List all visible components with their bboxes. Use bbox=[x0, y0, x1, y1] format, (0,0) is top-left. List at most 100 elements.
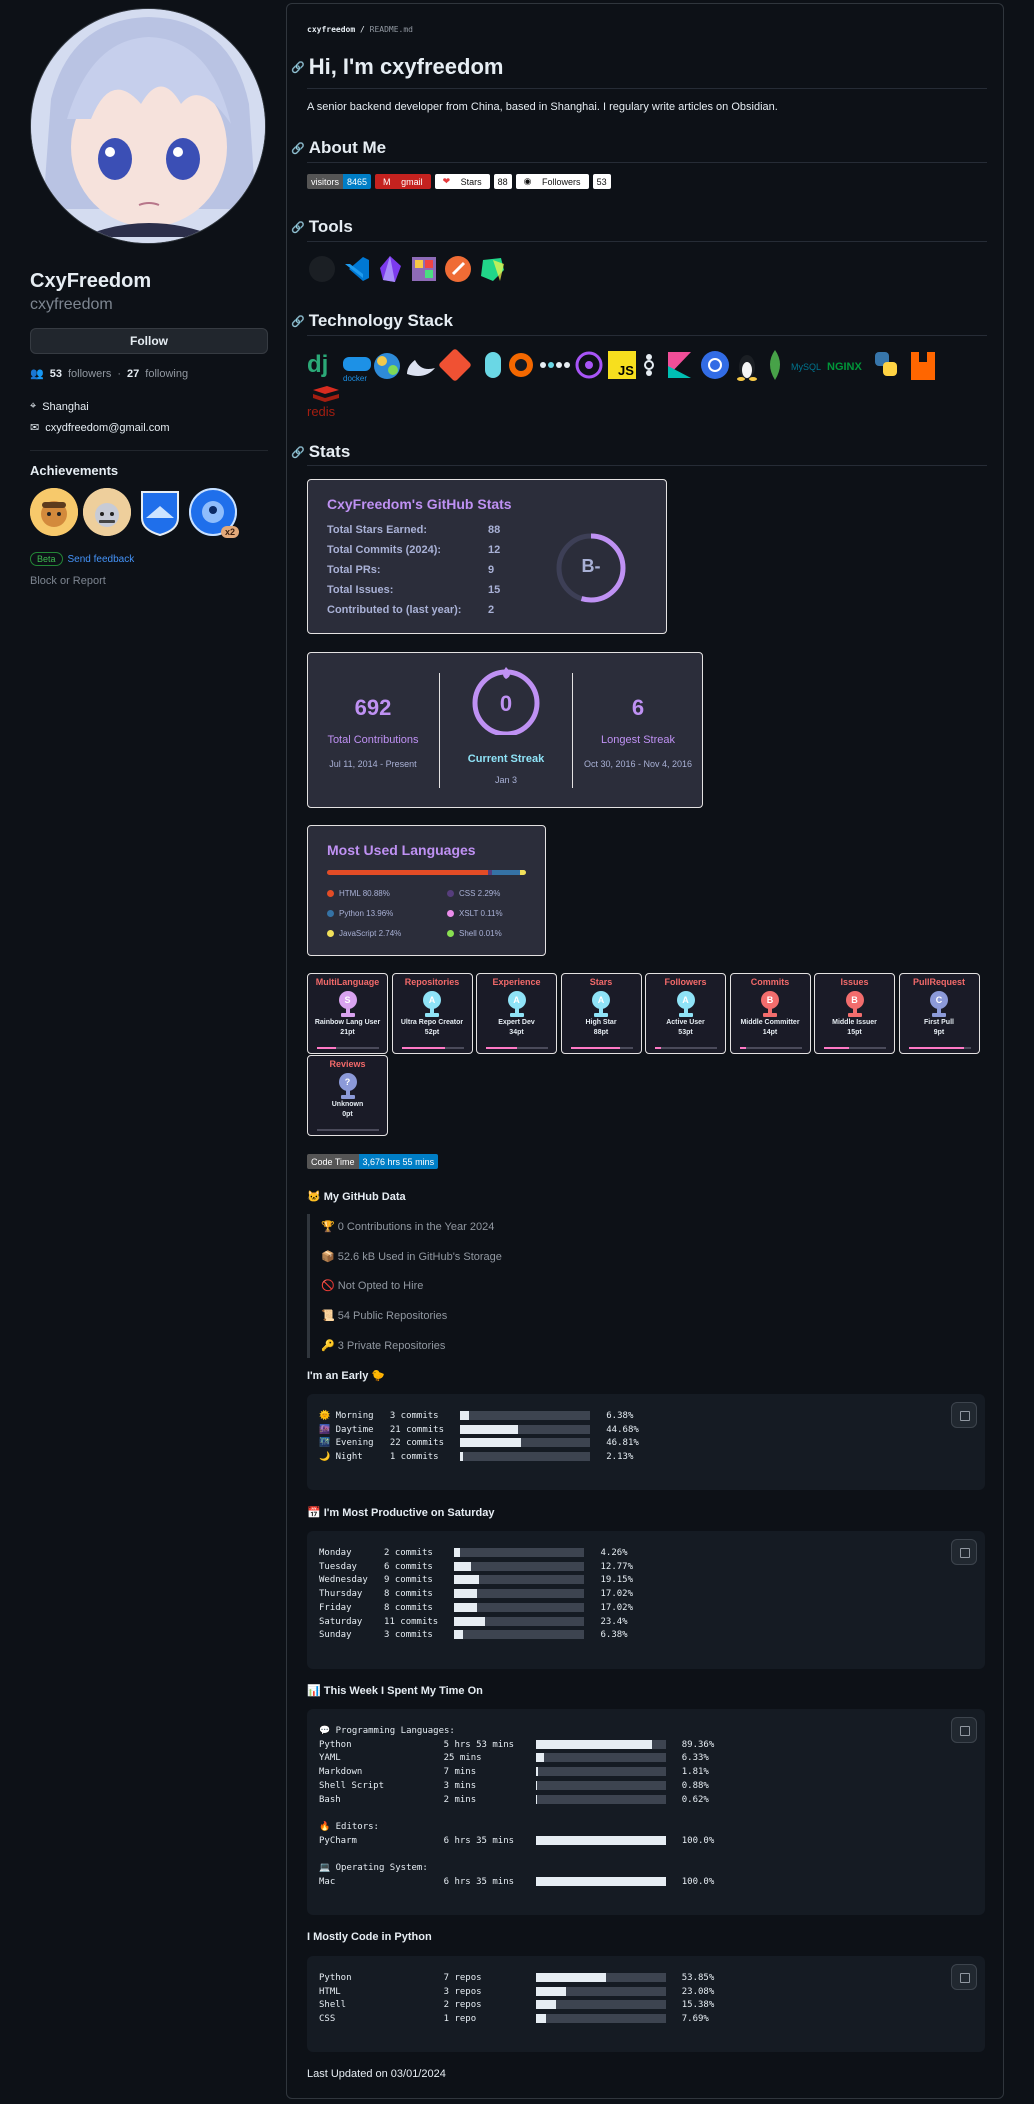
following-label[interactable]: following bbox=[145, 368, 188, 380]
github-stats-card[interactable]: CxyFreedom's GitHub Stats Total Stars Ea… bbox=[307, 479, 667, 634]
anchor-link-icon[interactable]: 🔗 bbox=[291, 142, 305, 155]
stars-shield[interactable]: ❤ Stars bbox=[434, 174, 490, 189]
streak-card[interactable]: 692 Total Contributions Jul 11, 2014 - P… bbox=[307, 652, 703, 808]
followers-count-shield[interactable]: 53 bbox=[592, 174, 611, 189]
language-dot bbox=[447, 930, 454, 937]
vscode-icon[interactable] bbox=[341, 254, 371, 284]
send-feedback-link[interactable]: Send feedback bbox=[68, 554, 135, 565]
followers-label[interactable]: followers bbox=[68, 368, 111, 380]
week-code-block: 💬 Programming Languages: Python 5 hrs 53 … bbox=[307, 1709, 985, 1915]
row-value: 3 commits bbox=[384, 1630, 455, 1641]
block-report-link[interactable]: Block or Report bbox=[30, 575, 268, 587]
yolo-badge[interactable] bbox=[83, 488, 131, 536]
obsidian-app-icon[interactable] bbox=[375, 254, 405, 284]
pull-shark-badge[interactable] bbox=[30, 488, 78, 536]
trophy-base bbox=[340, 1095, 355, 1099]
code-row: Friday 8 commits 17.02% bbox=[307, 1602, 985, 1616]
current-streak-value: 0 bbox=[499, 691, 513, 716]
following-count[interactable]: 27 bbox=[127, 368, 139, 380]
trophy-card[interactable]: Commits B Middle Committer 14pt bbox=[729, 973, 811, 1054]
mysql-icon: MySQL bbox=[791, 362, 821, 372]
row-percent: 89.36% bbox=[681, 1739, 715, 1750]
row-bar bbox=[535, 1876, 666, 1886]
row-bar bbox=[535, 2000, 666, 2010]
achievements-title[interactable]: Achievements bbox=[30, 463, 268, 478]
anchor-link-icon[interactable]: 🔗 bbox=[291, 221, 305, 234]
copy-icon[interactable] bbox=[951, 1539, 977, 1565]
starstruck-badge[interactable]: x2 bbox=[189, 488, 239, 538]
language-bar-segment bbox=[492, 870, 521, 875]
trophy-card[interactable]: Experience A Expert Dev 34pt bbox=[476, 973, 557, 1054]
gmail-shield[interactable]: M gmail bbox=[375, 174, 431, 189]
stat-label: Total Commits (2024): bbox=[327, 544, 442, 556]
followers-count[interactable]: 53 bbox=[50, 368, 62, 380]
row-label: Wednesday bbox=[319, 1575, 385, 1586]
anchor-link-icon[interactable]: 🔗 bbox=[291, 61, 305, 74]
followers-shield[interactable]: ◉ Followers bbox=[515, 174, 589, 189]
code-subtitle: 💬 Programming Languages: bbox=[319, 1726, 455, 1736]
trophy-card[interactable]: Repositories A Ultra Repo Creator 52pt bbox=[391, 973, 473, 1054]
row-bar-fill bbox=[454, 1561, 472, 1571]
arctic-code-vault-badge[interactable] bbox=[136, 488, 184, 537]
trophy-card[interactable]: Reviews? Unknown 0pt bbox=[307, 1055, 388, 1136]
anchor-link-icon[interactable]: 🔗 bbox=[291, 315, 305, 328]
languages-progress-bar bbox=[327, 870, 526, 875]
svg-text:dj: dj bbox=[307, 351, 328, 378]
row-value: 7 mins bbox=[443, 1767, 536, 1778]
anchor-link-icon[interactable]: 🔗 bbox=[291, 446, 305, 459]
trophy-rank: A bbox=[592, 991, 610, 1009]
row-percent: 19.15% bbox=[600, 1575, 633, 1586]
grafana-orange-icon bbox=[509, 353, 533, 377]
readme-title: 🔗 Hi, I'm cxyfreedom bbox=[291, 54, 504, 79]
obsidian-icon[interactable] bbox=[307, 254, 337, 284]
svg-text:docker: docker bbox=[343, 374, 367, 383]
postman-icon[interactable] bbox=[443, 254, 473, 284]
trophy-rank: ? bbox=[338, 1073, 357, 1091]
row-label: Tuesday bbox=[319, 1561, 385, 1572]
code-row: 🌃 Evening 22 commits 46.81% bbox=[307, 1437, 985, 1451]
code-subtitle: 🔥 Editors: bbox=[319, 1821, 379, 1832]
row-bar bbox=[454, 1548, 585, 1557]
trophy-card[interactable]: PullRequest C First Pull 9pt bbox=[898, 973, 980, 1054]
about-shields: visitors 8465 M gmail ❤ Stars 88 ◉ Followers 5… bbox=[307, 174, 615, 189]
code-row: Monday 2 commits 4.26% bbox=[307, 1547, 985, 1561]
follow-button[interactable]: Follow bbox=[30, 328, 268, 354]
trophy-rank: B bbox=[845, 991, 864, 1009]
stars-count-shield[interactable]: 88 bbox=[493, 174, 512, 189]
languages-card[interactable]: Most Used Languages HTML 80.88% CSS 2.29%… bbox=[307, 825, 546, 956]
trophy-card[interactable]: Stars A High Star 88pt bbox=[560, 973, 642, 1054]
code-time-shield[interactable]: Code Time 3,676 hrs 55 mins bbox=[307, 1154, 442, 1169]
trophy-card[interactable]: MultiLanguage S Rainbow Lang User 21pt bbox=[307, 973, 388, 1054]
stats-card-title: CxyFreedom's GitHub Stats bbox=[327, 496, 512, 512]
crumb-file[interactable]: README.md bbox=[370, 25, 413, 34]
copy-icon[interactable] bbox=[951, 1964, 977, 1990]
copy-icon[interactable] bbox=[951, 1717, 977, 1743]
code-subtitle: 💻 Operating System: bbox=[319, 1863, 428, 1874]
language-name: HTML 80.88% bbox=[339, 889, 390, 898]
trophy-progress-fill bbox=[655, 1047, 662, 1049]
mostly-title: I Mostly Code in Python bbox=[307, 1931, 432, 1943]
row-bar bbox=[535, 1794, 666, 1804]
sublime-icon[interactable] bbox=[409, 254, 439, 284]
avatar[interactable] bbox=[30, 8, 266, 244]
redis-icon: redis bbox=[307, 386, 339, 419]
github-data-item: 📜 54 Public Repositories bbox=[321, 1310, 448, 1322]
languages-title: Most Used Languages bbox=[327, 842, 476, 858]
total-contributions-label: Total Contributions bbox=[327, 734, 419, 746]
row-value: 3 repos bbox=[443, 1986, 536, 1997]
visitors-shield[interactable]: visitors 8465 bbox=[307, 174, 372, 189]
copy-icon[interactable] bbox=[951, 1402, 977, 1428]
row-value: 11 commits bbox=[384, 1616, 455, 1627]
row-label: YAML bbox=[319, 1753, 444, 1764]
language-legend-item: Shell 0.01% bbox=[447, 929, 502, 938]
row-bar-fill bbox=[535, 1986, 566, 1996]
crumb-user[interactable]: cxyfreedom bbox=[307, 25, 355, 34]
pycharm-icon[interactable] bbox=[477, 254, 507, 284]
email-link[interactable]: cxydfreedom@gmail.com bbox=[45, 422, 169, 434]
trophy-card[interactable]: Issues B Middle Issuer 15pt bbox=[814, 973, 895, 1054]
trophy-points: 21pt bbox=[340, 1029, 355, 1036]
stat-label: Total Stars Earned: bbox=[327, 524, 428, 536]
row-label: Monday bbox=[319, 1548, 385, 1558]
trophy-card[interactable]: Followers A Active User 53pt bbox=[645, 973, 726, 1054]
people-icon: 👥 bbox=[30, 368, 44, 380]
